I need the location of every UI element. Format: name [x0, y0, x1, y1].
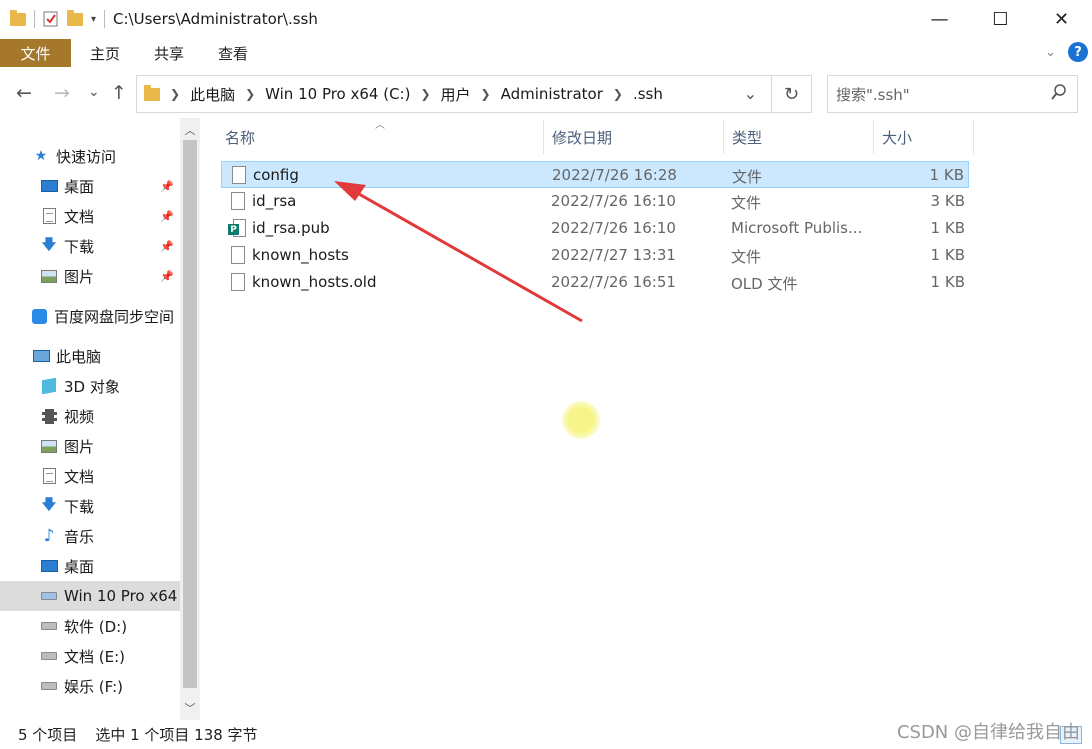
selection-info: 选中 1 个项目 138 字节: [95, 726, 258, 744]
item-count: 5 个项目: [18, 726, 78, 744]
mouse-cursor-highlight: [562, 401, 600, 439]
annotation-arrow: [334, 181, 583, 323]
watermark: CSDN @自律给我自由: [896, 722, 1080, 743]
file-explorer-window: ▾ C:\Users\Administrator\.ssh — ☐ ✕ 文件 主…: [0, 0, 1092, 749]
